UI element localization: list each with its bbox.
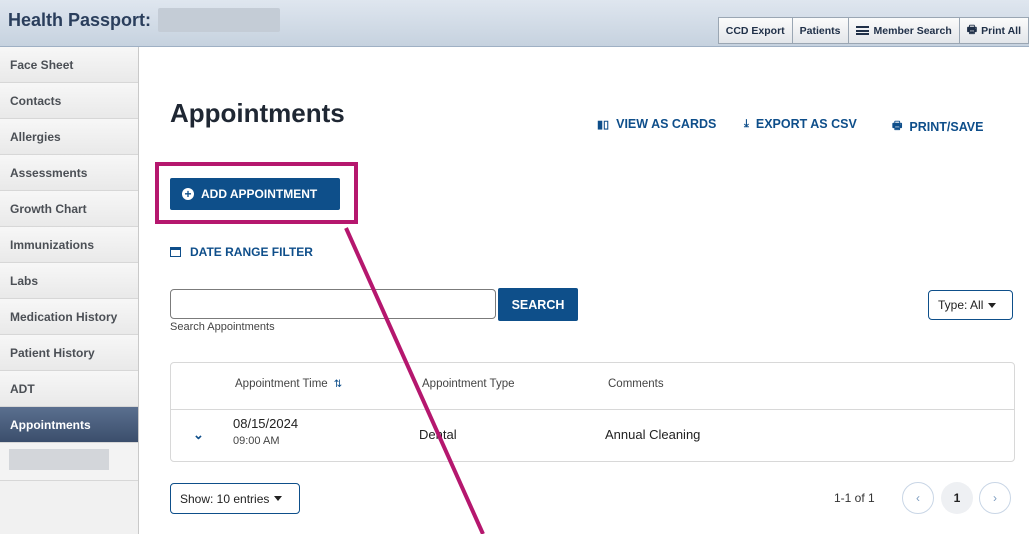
cards-icon: ▮▯: [597, 118, 610, 131]
sort-icon[interactable]: ⇅: [334, 379, 342, 390]
column-header-appointment-type[interactable]: Appointment Type: [422, 378, 515, 390]
date-range-filter-label: DATE RANGE FILTER: [190, 245, 313, 259]
appointment-time: 09:00 AM: [233, 435, 280, 447]
sidebar-item-adt[interactable]: ADT: [0, 371, 138, 407]
sidebar-item-allergies[interactable]: Allergies: [0, 119, 138, 155]
search-input[interactable]: [170, 289, 496, 319]
printer-icon: 🖶: [966, 24, 978, 36]
print-all-label: Print All: [981, 24, 1021, 37]
column-header-appointment-time[interactable]: Appointment Time ⇅: [235, 378, 342, 390]
sidebar-item-assessments[interactable]: Assessments: [0, 155, 138, 191]
page-1-button[interactable]: 1: [941, 482, 973, 514]
member-search-button[interactable]: Member Search: [847, 17, 960, 44]
sidebar-item-labs[interactable]: Labs: [0, 263, 138, 299]
caret-down-icon: [274, 496, 283, 501]
app-header: Health Passport: CCD Export Patients Mem…: [0, 0, 1029, 47]
view-as-cards-label: VIEW AS CARDS: [616, 117, 717, 131]
patients-label: Patients: [799, 24, 841, 37]
printer-icon: 🖶: [892, 120, 903, 132]
download-icon: ⤓: [744, 117, 749, 130]
sidebar-item-appointments[interactable]: Appointments: [0, 407, 138, 443]
sidebar-item-face-sheet[interactable]: Face Sheet: [0, 47, 138, 83]
sidebar-item-immunizations[interactable]: Immunizations: [0, 227, 138, 263]
previous-page-button[interactable]: ‹: [902, 482, 934, 514]
appointments-table: Appointment Time ⇅ Appointment Type Comme…: [170, 362, 1015, 462]
show-entries-value: Show: 10 entries: [180, 491, 270, 506]
export-csv-link[interactable]: ⤓ EXPORT AS CSV: [744, 117, 857, 131]
redacted-patient-name: [158, 8, 280, 32]
page-title: Appointments: [170, 98, 345, 128]
app-title: Health Passport:: [8, 10, 152, 30]
print-save-link[interactable]: 🖶 PRINT/SAVE: [892, 117, 983, 136]
search-button[interactable]: SEARCH: [498, 288, 578, 321]
highlight-box: [155, 162, 358, 224]
expand-row-chevron-icon[interactable]: ⌄: [193, 427, 204, 443]
sidebar-item-redacted[interactable]: [0, 443, 138, 481]
show-entries-dropdown[interactable]: Show: 10 entries: [170, 483, 300, 514]
sidebar-item-patient-history[interactable]: Patient History: [0, 335, 138, 371]
type-filter-dropdown[interactable]: Type: All: [928, 290, 1013, 320]
sidebar-item-growth-chart[interactable]: Growth Chart: [0, 191, 138, 227]
export-csv-label: EXPORT AS CSV: [755, 117, 857, 131]
caret-down-icon: [988, 302, 997, 308]
column-header-comments[interactable]: Comments: [608, 378, 664, 390]
row-divider: [171, 409, 1014, 410]
view-as-cards-link[interactable]: ▮▯ VIEW AS CARDS: [597, 117, 716, 131]
ccd-export-button[interactable]: CCD Export: [717, 17, 793, 44]
calendar-icon: [170, 247, 181, 257]
sidebar-item-contacts[interactable]: Contacts: [0, 83, 138, 119]
appointment-comments: Annual Cleaning: [605, 427, 701, 442]
menu-icon: [855, 26, 869, 35]
ccd-export-label: CCD Export: [725, 24, 785, 37]
sidebar-item-medication-history[interactable]: Medication History: [0, 299, 138, 335]
date-range-filter-link[interactable]: DATE RANGE FILTER: [170, 245, 313, 259]
next-page-button[interactable]: ›: [979, 482, 1011, 514]
column-header-label: Appointment Time: [235, 378, 328, 390]
appointment-type: Dental: [419, 427, 457, 442]
header-toolbar: CCD Export Patients Member Search 🖶 Print…: [717, 17, 1029, 44]
member-search-label: Member Search: [873, 24, 952, 37]
print-save-label: PRINT/SAVE: [909, 119, 984, 134]
patients-button[interactable]: Patients: [791, 17, 849, 44]
appointment-date: 08/15/2024: [233, 416, 299, 431]
type-filter-value: Type: All: [938, 298, 984, 312]
print-all-button[interactable]: 🖶 Print All: [958, 17, 1029, 44]
redacted-block: [9, 449, 109, 470]
search-helper-text: Search Appointments: [170, 321, 275, 333]
sidebar-nav: Face Sheet Contacts Allergies Assessment…: [0, 47, 139, 534]
pagination-summary: 1-1 of 1: [834, 491, 875, 505]
